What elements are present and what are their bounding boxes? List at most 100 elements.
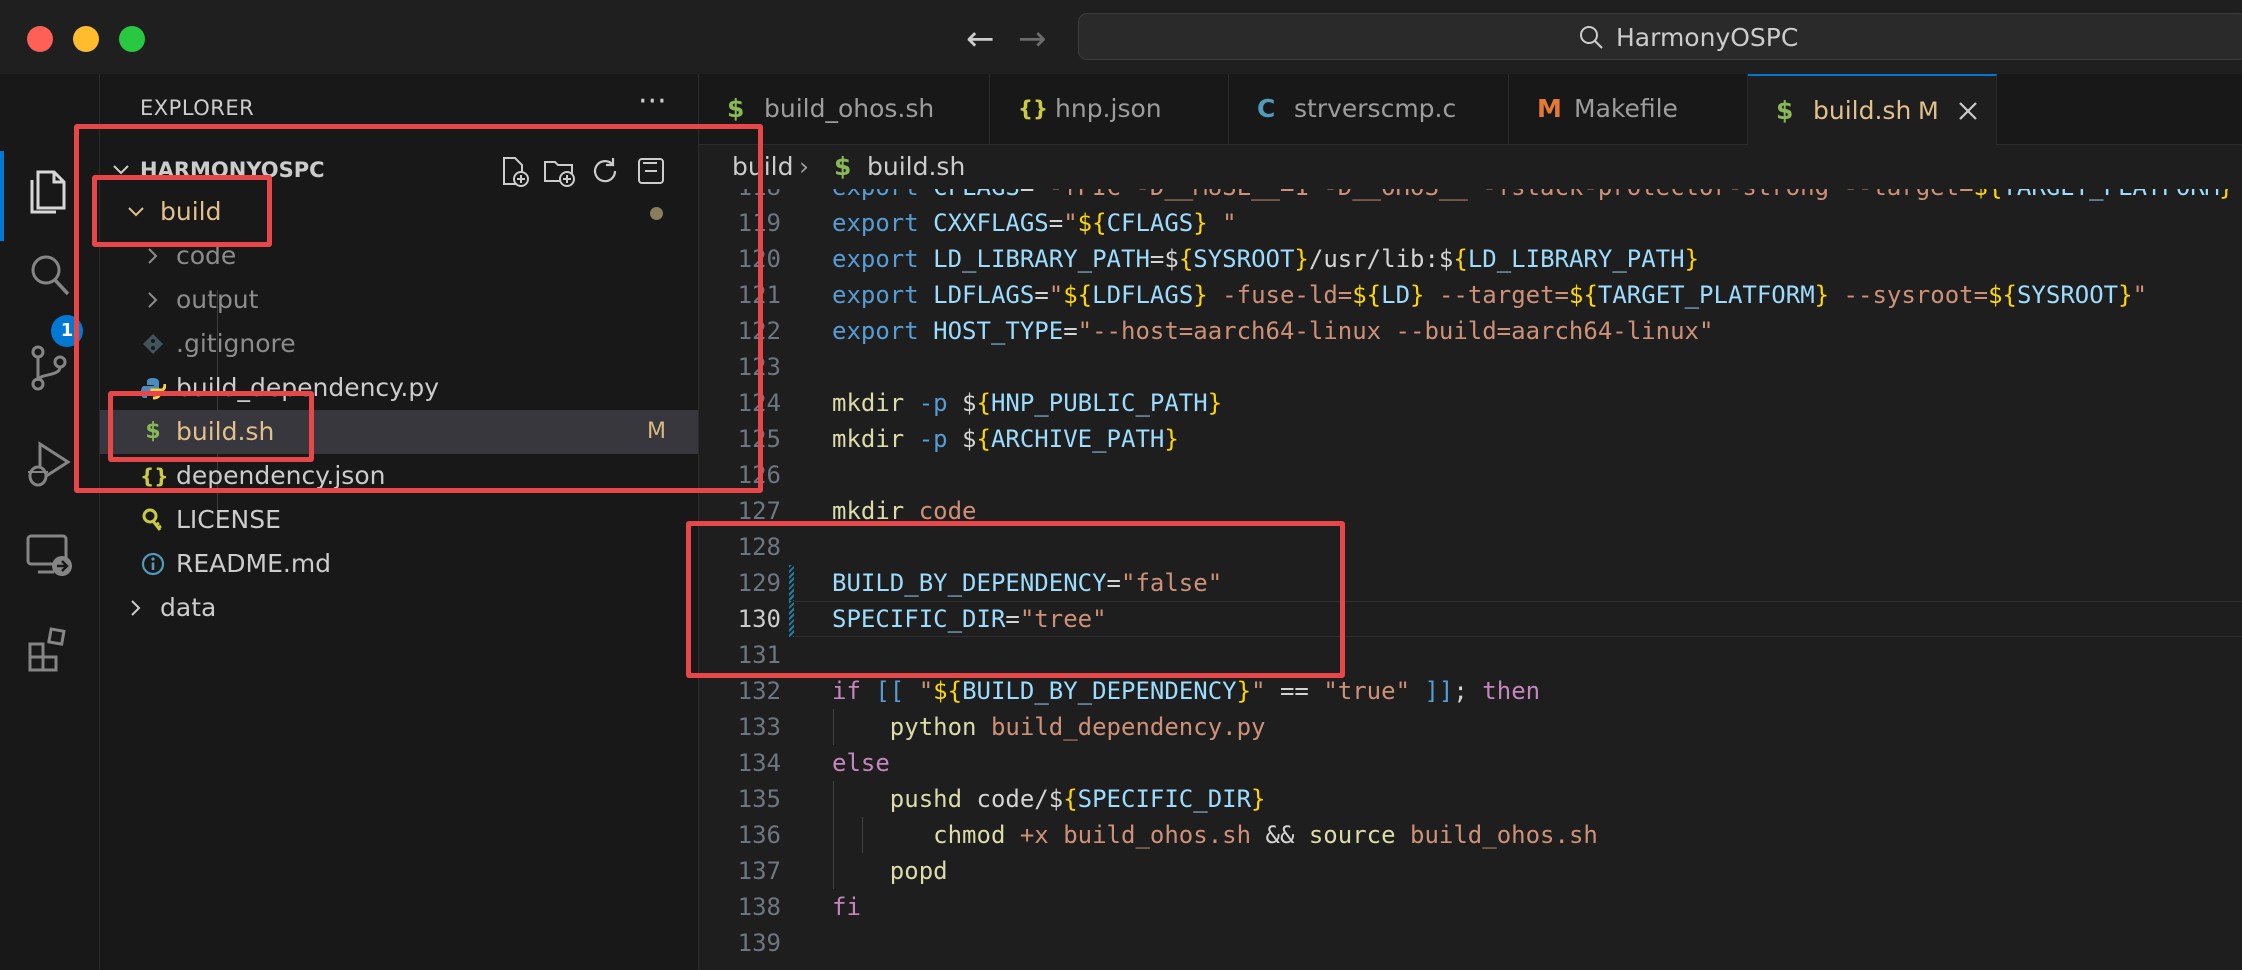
tab-build-sh[interactable]: $ build.sh M: [1748, 74, 1997, 145]
code-token: =$: [1149, 245, 1179, 273]
tree-folder-data[interactable]: data: [100, 586, 698, 630]
code-token: export: [832, 245, 934, 273]
code-token: +x build_ohos.sh: [1005, 821, 1266, 849]
source-control-icon[interactable]: [24, 342, 76, 394]
code-token: }: [1164, 425, 1179, 453]
code-token: LDFLAGS: [1092, 281, 1194, 309]
code-token: ==: [1265, 677, 1324, 705]
code-token: }: [1251, 785, 1266, 813]
code-token: build_ohos.sh: [1395, 821, 1598, 849]
code-text: export CFLAGS="-fPIC -D__MUSL__=1 -D__OH…: [832, 189, 2234, 205]
remote-explorer-icon[interactable]: [24, 530, 76, 582]
tab-makefile[interactable]: M Makefile: [1509, 74, 1748, 144]
code-token: then: [1482, 677, 1541, 705]
makefile-icon: M: [1537, 94, 1562, 123]
code-line[interactable]: 138 fi: [699, 889, 2242, 925]
code-token: /usr/lib:$: [1308, 245, 1454, 273]
code-token: LDFLAGS: [933, 281, 1035, 309]
code-token: }: [1814, 281, 1830, 309]
code-text: export CXXFLAGS="${CFLAGS} ": [832, 205, 1237, 241]
code-token: TARGET_PLATFORM: [2002, 189, 2219, 201]
code-text: pushd code/${SPECIFIC_DIR}: [832, 781, 1266, 817]
code-token: "-fPIC -D__MUSL__=1 -D__OHOS__ -fstack-p…: [1034, 189, 1973, 201]
line-number: 135: [737, 785, 781, 813]
code-line[interactable]: 121 export LDFLAGS="${LDFLAGS} -fuse-ld=$…: [699, 277, 2242, 313]
code-token: export: [832, 189, 933, 201]
code-line[interactable]: 123: [699, 349, 2242, 385]
code-text: mkdir -p ${HNP_PUBLIC_PATH}: [832, 385, 1222, 421]
tab-hnp-json[interactable]: {} hnp.json: [990, 74, 1229, 144]
code-line[interactable]: 122 export HOST_TYPE="--host=aarch64-linu…: [699, 313, 2242, 349]
code-token: }: [1410, 281, 1425, 309]
code-token: }: [1193, 281, 1208, 309]
code-token: "--host=aarch64-linux --build=aarch64-li…: [1077, 317, 1714, 345]
code-line[interactable]: 136 chmod +x build_ohos.sh && source bui…: [699, 817, 2242, 853]
back-arrow-icon[interactable]: ←: [966, 14, 995, 64]
code-line[interactable]: 133 python build_dependency.py: [699, 709, 2242, 745]
code-line[interactable]: 118export CFLAGS="-fPIC -D__MUSL__=1 -D_…: [699, 189, 2242, 205]
breadcrumb-file[interactable]: build.sh: [867, 145, 965, 189]
forward-arrow-icon[interactable]: →: [1018, 14, 1047, 64]
code-token: CXXFLAGS: [933, 209, 1049, 237]
command-center-search[interactable]: HarmonyOSPC: [1078, 13, 2242, 60]
code-token: mkdir: [832, 425, 905, 453]
code-text: export LDFLAGS="${LDFLAGS} -fuse-ld=${LD…: [832, 277, 2147, 313]
close-window-button[interactable]: [27, 26, 53, 52]
code-line[interactable]: 124 mkdir -p ${HNP_PUBLIC_PATH}: [699, 385, 2242, 421]
code-line[interactable]: 120 export LD_LIBRARY_PATH=${SYSROOT}/usr…: [699, 241, 2242, 277]
run-debug-icon[interactable]: [24, 438, 76, 490]
extensions-icon[interactable]: [24, 624, 76, 676]
code-line[interactable]: 132 if [[ "${BUILD_BY_DEPENDENCY}" == "tr…: [699, 673, 2242, 709]
tab-label: build_ohos.sh: [764, 94, 935, 123]
code-token: else: [832, 749, 890, 777]
code-token: popd: [889, 857, 948, 885]
code-token: ]]: [1410, 677, 1454, 705]
code-token: ;: [1453, 677, 1483, 705]
tab-strverscmp-c[interactable]: C strverscmp.c: [1229, 74, 1509, 144]
line-number: 134: [737, 749, 781, 777]
code-token: pushd: [889, 785, 963, 813]
code-token: =: [1063, 317, 1078, 345]
code-token: ${: [1063, 281, 1093, 309]
workspace-name: HarmonyOSPC: [1616, 23, 1799, 52]
code-token: =: [1048, 209, 1064, 237]
code-line[interactable]: 137 popd: [699, 853, 2242, 889]
tree-file-readme[interactable]: README.md: [100, 542, 698, 586]
code-line[interactable]: 135 pushd code/${SPECIFIC_DIR}: [699, 781, 2242, 817]
code-line[interactable]: 139: [699, 925, 2242, 961]
code-token: =: [1020, 189, 1034, 201]
close-icon[interactable]: [1956, 99, 1980, 123]
maximize-window-button[interactable]: [119, 26, 145, 52]
tree-file-license[interactable]: LICENSE: [100, 498, 698, 542]
tab-label: build.sh: [1813, 96, 1912, 125]
minimize-window-button[interactable]: [73, 26, 99, 52]
annotation-box-code-variables: [686, 521, 1345, 678]
search-icon[interactable]: [24, 250, 76, 302]
code-line[interactable]: 119 export CXXFLAGS="${CFLAGS} ": [699, 205, 2242, 241]
code-token: ${: [1988, 281, 2017, 309]
code-line[interactable]: 134 else: [699, 745, 2242, 781]
code-text: if [[ "${BUILD_BY_DEPENDENCY}" == "true"…: [832, 673, 1540, 709]
code-token: --target=: [1424, 281, 1569, 309]
code-token: }: [1193, 209, 1208, 237]
code-token: {: [1063, 785, 1078, 813]
code-line[interactable]: 126: [699, 457, 2242, 493]
code-token: [[: [875, 677, 919, 705]
code-line[interactable]: 125 mkdir -p ${ARCHIVE_PATH}: [699, 421, 2242, 457]
code-token: SPECIFIC_DIR: [1077, 785, 1252, 813]
code-token: ": [2132, 281, 2148, 309]
more-actions-icon[interactable]: ···: [638, 84, 667, 119]
code-text: fi: [832, 889, 861, 925]
tab-label: Makefile: [1574, 94, 1678, 123]
indent-guide: [862, 817, 863, 853]
code-token: ": [1048, 281, 1064, 309]
json-icon: {}: [1018, 97, 1048, 121]
editor-tabs: $ build_ohos.sh {} hnp.json C strverscmp…: [699, 74, 2242, 145]
files-icon[interactable]: [24, 164, 76, 216]
annotation-box-build-folder: [92, 175, 272, 247]
code-token: LD: [1381, 281, 1411, 309]
active-view-indicator: [0, 151, 4, 241]
code-token: ": [1063, 209, 1078, 237]
code-token: SYSROOT: [2016, 281, 2119, 309]
